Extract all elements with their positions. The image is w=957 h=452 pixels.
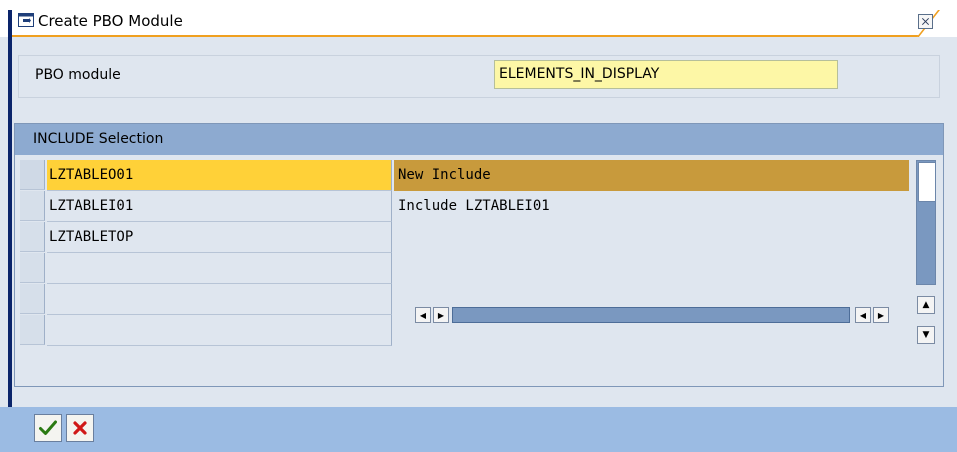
dialog-title: Create PBO Module	[38, 12, 183, 30]
include-description-cell[interactable]	[394, 253, 909, 284]
row-selector[interactable]	[20, 284, 45, 314]
checkmark-icon	[39, 420, 57, 435]
dialog-window-icon	[18, 13, 34, 27]
scroll-left-icon[interactable]: ◀	[415, 307, 431, 323]
include-selection-title: INCLUDE Selection	[33, 131, 164, 147]
cancel-x-icon	[73, 421, 87, 435]
row-selector[interactable]	[20, 222, 45, 252]
vertical-scroll-track[interactable]	[916, 160, 936, 285]
row-selector[interactable]	[20, 191, 45, 221]
scroll-up-icon[interactable]: ▲	[917, 296, 935, 314]
scroll-down-icon[interactable]: ▼	[917, 326, 935, 344]
pbo-module-input[interactable]: ELEMENTS_IN_DISPLAY	[494, 60, 838, 89]
scroll-right-icon[interactable]: ▶	[433, 307, 449, 323]
row-selector[interactable]	[20, 253, 45, 283]
titlebar-edge	[8, 10, 12, 37]
vertical-scrollbar[interactable]: ▲ ▼	[916, 160, 936, 347]
row-selector[interactable]	[20, 315, 45, 345]
dialog-titlebar: Create PBO Module	[0, 0, 957, 50]
vertical-scroll-thumb[interactable]	[918, 162, 936, 202]
row-selector[interactable]	[20, 160, 45, 190]
include-selection-panel: INCLUDE Selection LZTABLEO01 New Include…	[14, 123, 944, 387]
content-left-bar	[8, 37, 12, 407]
include-description-cell[interactable]: New Include	[394, 160, 909, 191]
table-row[interactable]: LZTABLEI01 Include LZTABLEI01	[20, 191, 913, 222]
include-name-cell[interactable]	[47, 315, 392, 346]
dialog-content: PBO module ELEMENTS_IN_DISPLAY INCLUDE S…	[0, 37, 957, 407]
include-name-cell[interactable]: LZTABLETOP	[47, 222, 392, 253]
table-row[interactable]	[20, 253, 913, 284]
dialog-toolbar	[0, 407, 957, 452]
include-name-cell[interactable]	[47, 284, 392, 315]
include-description-cell[interactable]	[394, 222, 909, 253]
pbo-field-panel: PBO module ELEMENTS_IN_DISPLAY	[18, 55, 940, 98]
close-icon[interactable]	[918, 14, 933, 29]
include-description-cell[interactable]: Include LZTABLEI01	[394, 191, 909, 222]
table-row[interactable]: LZTABLETOP	[20, 222, 913, 253]
confirm-button[interactable]	[34, 414, 62, 442]
include-name-cell[interactable]: LZTABLEI01	[47, 191, 392, 222]
cancel-button[interactable]	[66, 414, 94, 442]
include-name-cell[interactable]: LZTABLEO01	[47, 160, 392, 191]
table-row[interactable]: LZTABLEO01 New Include	[20, 160, 913, 191]
scroll-left-icon[interactable]: ◀	[855, 307, 871, 323]
pbo-module-label: PBO module	[35, 67, 121, 83]
scroll-right-icon[interactable]: ▶	[873, 307, 889, 323]
include-selection-header: INCLUDE Selection	[15, 124, 943, 155]
include-name-cell[interactable]	[47, 253, 392, 284]
horizontal-scrollbar[interactable]	[452, 307, 850, 323]
